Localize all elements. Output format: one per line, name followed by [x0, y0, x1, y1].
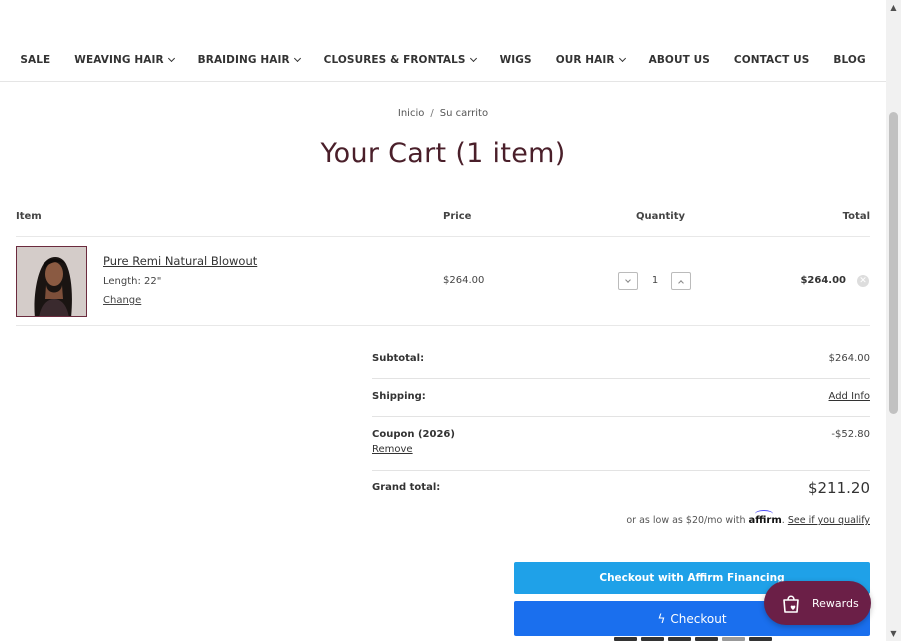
- nav-item-label: ABOUT US: [648, 54, 710, 66]
- nav-item-wigs[interactable]: WIGS: [488, 54, 544, 66]
- quantity-decrease-button[interactable]: [618, 272, 638, 290]
- nav-item-label: BLOG: [833, 54, 866, 66]
- page-title: Your Cart (1 item): [320, 138, 566, 169]
- change-option-link[interactable]: Change: [103, 295, 141, 306]
- item-price: $264.00: [443, 275, 485, 286]
- grand-total-label: Grand total:: [372, 482, 441, 493]
- payment-icon: [614, 637, 637, 641]
- chevron-down-icon: [625, 276, 631, 283]
- column-header-price: Price: [443, 211, 472, 222]
- affirm-qualify-link[interactable]: See if you qualify: [788, 515, 870, 526]
- shopping-bag-heart-icon: [783, 595, 799, 613]
- nav-item-label: OUR HAIR: [555, 54, 615, 66]
- divider: [372, 378, 870, 379]
- payment-icon: [695, 637, 718, 641]
- product-option: Length: 22": [103, 276, 162, 287]
- breadcrumb: Inicio / Su carrito: [0, 108, 886, 119]
- payment-icon: [641, 637, 664, 641]
- nav-item-about-us[interactable]: ABOUT US: [637, 54, 722, 66]
- shipping-label: Shipping:: [372, 391, 426, 402]
- nav-item-label: BRAIDING HAIR: [197, 54, 290, 66]
- nav-divider: [0, 81, 886, 82]
- nav-item-label: SALE: [20, 54, 51, 66]
- affirm-promo: or as low as $20/mo with affirm. See if …: [626, 510, 870, 526]
- chevron-down-icon: [167, 54, 175, 62]
- nav-item-label: CLOSURES & FRONTALS: [323, 54, 466, 66]
- payment-icon: [749, 637, 772, 641]
- coupon-value: -$52.80: [831, 429, 870, 440]
- chevron-down-icon: [618, 54, 626, 62]
- affirm-promo-text: or as low as $20/mo with: [626, 515, 746, 526]
- cart-page: SALE WEAVING HAIR BRAIDING HAIR CLOSURES…: [0, 0, 886, 641]
- rewards-label: Rewards: [812, 596, 859, 610]
- product-photo-graphic: [17, 247, 86, 316]
- coupon-label: Coupon (2026): [372, 429, 455, 440]
- chevron-down-icon: [469, 54, 477, 62]
- breadcrumb-current: Su carrito: [439, 108, 489, 119]
- nav-item-label: CONTACT US: [733, 54, 810, 66]
- subtotal-label: Subtotal:: [372, 353, 425, 364]
- subtotal-value: $264.00: [828, 353, 870, 364]
- quantity-increase-button[interactable]: [671, 272, 691, 290]
- nav-item-braiding-hair[interactable]: BRAIDING HAIR: [186, 54, 312, 66]
- rewards-button[interactable]: Rewards: [764, 581, 871, 625]
- divider: [372, 470, 870, 471]
- add-shipping-info-link[interactable]: Add Info: [829, 391, 870, 402]
- nav-item-contact-us[interactable]: CONTACT US: [722, 54, 822, 66]
- payment-icon: [668, 637, 691, 641]
- scrollbar[interactable]: ▲ ▼: [886, 0, 901, 641]
- chevron-up-icon: [678, 279, 684, 286]
- remove-coupon-link[interactable]: Remove: [372, 444, 413, 455]
- nav-item-blog[interactable]: BLOG: [821, 54, 877, 66]
- nav-item-sale[interactable]: SALE: [8, 54, 62, 66]
- item-total: $264.00: [800, 275, 846, 286]
- payment-icons: [614, 637, 772, 641]
- breadcrumb-home[interactable]: Inicio: [398, 108, 424, 119]
- nav-item-closures-frontals[interactable]: CLOSURES & FRONTALS: [312, 54, 488, 66]
- divider: [16, 325, 870, 326]
- column-header-item: Item: [16, 211, 42, 222]
- quantity-value[interactable]: 1: [647, 275, 663, 286]
- product-name-link[interactable]: Pure Remi Natural Blowout: [103, 254, 257, 268]
- divider: [372, 416, 870, 417]
- nav-item-our-hair[interactable]: OUR HAIR: [544, 54, 637, 66]
- scrollbar-thumb[interactable]: [889, 112, 898, 414]
- lightning-icon: ϟ: [657, 611, 666, 626]
- payment-icon: [722, 637, 745, 641]
- nav-item-weaving-hair[interactable]: WEAVING HAIR: [62, 54, 185, 66]
- affirm-logo: affirm: [749, 510, 782, 526]
- column-header-quantity: Quantity: [636, 211, 685, 222]
- chevron-down-icon: [293, 54, 301, 62]
- checkout-label: Checkout: [670, 611, 727, 626]
- affirm-checkout-label: Checkout with Affirm Financing: [599, 572, 785, 584]
- grand-total-value: $211.20: [807, 479, 870, 497]
- remove-item-icon[interactable]: ✕: [857, 275, 869, 287]
- column-header-total: Total: [842, 211, 870, 222]
- scroll-down-arrow-icon[interactable]: ▼: [886, 626, 901, 641]
- breadcrumb-separator: /: [430, 108, 434, 119]
- nav-item-label: WEAVING HAIR: [74, 54, 164, 66]
- nav-item-label: WIGS: [499, 54, 532, 66]
- divider: [16, 236, 870, 237]
- scroll-up-arrow-icon[interactable]: ▲: [886, 0, 901, 15]
- product-image[interactable]: [16, 246, 87, 317]
- main-nav: SALE WEAVING HAIR BRAIDING HAIR CLOSURES…: [0, 48, 886, 72]
